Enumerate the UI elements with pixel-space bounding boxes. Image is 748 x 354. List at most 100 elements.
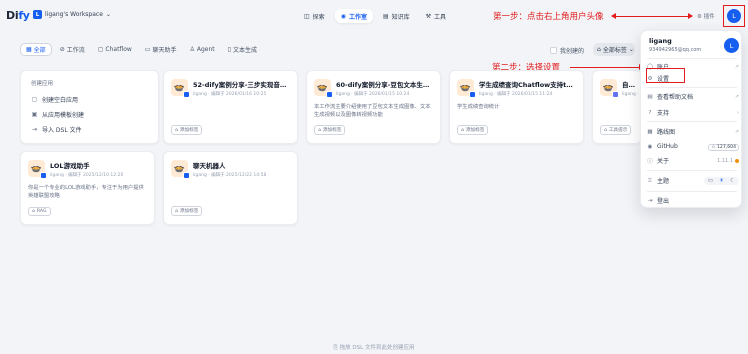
tag-icon: ⌂	[318, 127, 321, 133]
menu-support[interactable]: ? 支持 ›	[647, 107, 739, 118]
chat-icon: ▭	[144, 46, 151, 53]
app-card[interactable]: 🍲 聊天机器人 ligang · 编辑于 2025/12/22 14:58 ⌂ 添加…	[163, 151, 298, 225]
add-tag-button[interactable]: ⌂ 添加标签	[314, 125, 346, 135]
plugins-link[interactable]: ⚙ 插件	[697, 12, 715, 20]
explore-icon: ◫	[304, 12, 310, 20]
agent-icon: ♙	[189, 46, 195, 53]
workflow-badge-icon	[183, 91, 190, 98]
app-card[interactable]: 🍲 自动查询… ligang · 编辑于… ⌂工具提示	[592, 70, 642, 144]
annotation-arrow-2	[570, 64, 644, 70]
theme-switcher: ▭ ☀ ☾	[703, 176, 739, 185]
created-by-me-toggle[interactable]: 我创建的	[550, 46, 584, 55]
menu-theme: ♖ 主题 ▭ ☀ ☾	[647, 175, 739, 186]
app-emoji-icon: 🍲	[28, 160, 47, 179]
logout-icon: ⇥	[647, 197, 653, 204]
dropdown-user-info: ligang 934942965@qq.com	[649, 37, 701, 53]
create-blank-app[interactable]: ▢ 创建空白应用	[31, 92, 148, 107]
chevron-down-icon: ⌄	[628, 46, 634, 53]
chevron-right-icon: ›	[737, 109, 739, 116]
import-dsl[interactable]: ⇥ 导入 DSL 文件	[31, 122, 148, 137]
annotation-arrow-1	[611, 13, 693, 19]
nav-studio[interactable]: ◉ 工作室	[334, 9, 373, 23]
app-card[interactable]: 🍲 LOL游戏助手 ligang · 编辑于 2025/12/10 12:20 你…	[20, 151, 155, 225]
add-tag-button[interactable]: ⌂ 添加标签	[457, 125, 489, 135]
sun-icon[interactable]: ☀	[719, 178, 724, 184]
external-link-icon: ↗	[734, 63, 739, 70]
workspace-switcher[interactable]: L ligang's Workspace ⌄	[33, 10, 111, 19]
file-plus-icon: ▢	[31, 96, 38, 103]
external-link-icon: ↗	[734, 93, 739, 100]
dsl-drop-hint: ⎘ 拖放 DSL 文件到此处创建应用	[333, 345, 415, 351]
app-meta: ligang · 编辑于 2026/01/16 10:25	[193, 92, 267, 97]
create-app-card: 创建应用 ▢ 创建空白应用 ▣ 从应用模板创建 ⇥ 导入 DSL 文件	[20, 70, 159, 144]
shirt-icon: ♖	[647, 177, 653, 184]
nav-knowledge[interactable]: ▤ 知识库	[377, 9, 416, 23]
menu-about[interactable]: ⓘ 关于 1.11.1	[647, 155, 739, 166]
filter-chat-assistant[interactable]: ▭ 聊天助手	[140, 43, 182, 56]
app-card[interactable]: 🍲 52-dify案例分享-三步实现音… ligang · 编辑于 2026/01…	[163, 70, 298, 144]
tag-icon: ⌂	[175, 127, 178, 133]
filter-workflow[interactable]: ⊘ 工作流	[55, 43, 90, 56]
tag-chip[interactable]: ⌂ RAG	[28, 207, 51, 216]
app-description: 本工作流主要介绍使用了豆包文本生成图像、文本生成视频以及图像转视频功能	[314, 104, 431, 118]
settings-highlight-box	[646, 68, 685, 83]
menu-github[interactable]: ◉ GitHub ☆ 127,604	[647, 141, 739, 152]
workflow-icon: ⊘	[59, 46, 65, 53]
chatflow-icon: ▢	[97, 46, 104, 53]
create-from-template[interactable]: ▣ 从应用模板创建	[31, 107, 148, 122]
github-icon: ◉	[647, 143, 653, 150]
tag-filter-select[interactable]: ⌂ 全部标签 ⌄	[593, 43, 635, 56]
import-icon: ⇥	[31, 126, 38, 133]
app-emoji-icon: 🍲	[314, 79, 333, 98]
monitor-icon[interactable]: ▭	[708, 178, 713, 184]
menu-help-docs[interactable]: ▤ 查看帮助文档 ↗	[647, 91, 739, 102]
nav-explore[interactable]: ◫ 探索	[298, 9, 331, 23]
workspace-badge: L	[33, 10, 42, 19]
chevron-down-icon: ⌄	[105, 11, 111, 18]
menu-roadmap[interactable]: ▦ 路线图 ↗	[647, 126, 739, 137]
tag-chip[interactable]: ⌂ 工具提示	[600, 125, 632, 135]
template-icon: ▣	[31, 111, 38, 118]
filter-agent[interactable]: ♙ Agent	[184, 43, 219, 56]
grid-icon: ▦	[26, 46, 32, 53]
map-icon: ▦	[647, 128, 653, 135]
app-name: 学生成绩查询Chatflow支持te…	[479, 81, 577, 89]
app-type-filters: ▦ 全部 ⊘ 工作流 ▢ Chatflow ▭ 聊天助手 ♙ Agent ▯ 文本生成	[20, 43, 262, 56]
dify-logo[interactable]: Dify	[6, 9, 30, 22]
app-emoji-icon: 🍲	[171, 160, 190, 179]
chat-badge-icon	[40, 172, 47, 179]
add-tag-button[interactable]: ⌂ 添加标签	[171, 206, 203, 216]
app-card[interactable]: 🍲 60-dify案例分享-豆包文本生… ligang · 编辑于 2026/01…	[306, 70, 441, 144]
account-dropdown: ligang 934942965@qq.com L ◯ 账户 ↗ ⚙ 设置 ▤ 查看帮助…	[640, 30, 742, 208]
filter-all[interactable]: ▦ 全部	[20, 43, 52, 56]
dropdown-avatar: L	[724, 38, 739, 53]
app-meta: ligang · 编辑于…	[622, 92, 641, 97]
moon-icon[interactable]: ☾	[730, 178, 735, 184]
chatflow-badge-icon	[469, 91, 476, 98]
knowledge-icon: ▤	[382, 12, 389, 20]
filter-chatflow[interactable]: ▢ Chatflow	[93, 43, 137, 56]
main-nav: ◫ 探索 ◉ 工作室 ▤ 知识库 ⚒ 工具	[298, 9, 452, 23]
app-name: 自动查询…	[622, 81, 635, 89]
app-card[interactable]: 🍲 学生成绩查询Chatflow支持te… ligang · 编辑于 2026/0…	[449, 70, 584, 144]
nav-tools[interactable]: ⚒ 工具	[420, 9, 452, 23]
app-description: 学生成绩查询统计	[457, 104, 500, 110]
app-meta: ligang · 编辑于 2026/01/15 10:24	[336, 92, 410, 97]
user-name: ligang	[649, 37, 672, 45]
tools-icon: ⚒	[425, 12, 432, 20]
filter-text-generation[interactable]: ▯ 文本生成	[223, 43, 262, 56]
tag-icon: ⌂	[175, 208, 178, 214]
app-name: 60-dify案例分享-豆包文本生…	[336, 81, 430, 89]
add-tag-button[interactable]: ⌂ 添加标签	[171, 125, 203, 135]
menu-logout[interactable]: ⇥ 登出	[647, 195, 739, 206]
divider	[647, 58, 737, 59]
app-emoji-icon: 🍲	[600, 79, 619, 98]
workflow-badge-icon	[326, 91, 333, 98]
tag-icon: ⌂	[597, 46, 601, 53]
tag-icon: ⌂	[604, 127, 607, 133]
divider	[647, 170, 737, 171]
app-name: 聊天机器人	[193, 162, 226, 170]
update-dot-icon	[735, 158, 739, 163]
checkbox[interactable]	[550, 47, 557, 54]
annotation-step1: 第一步：点击右上角用户头像	[493, 12, 604, 22]
